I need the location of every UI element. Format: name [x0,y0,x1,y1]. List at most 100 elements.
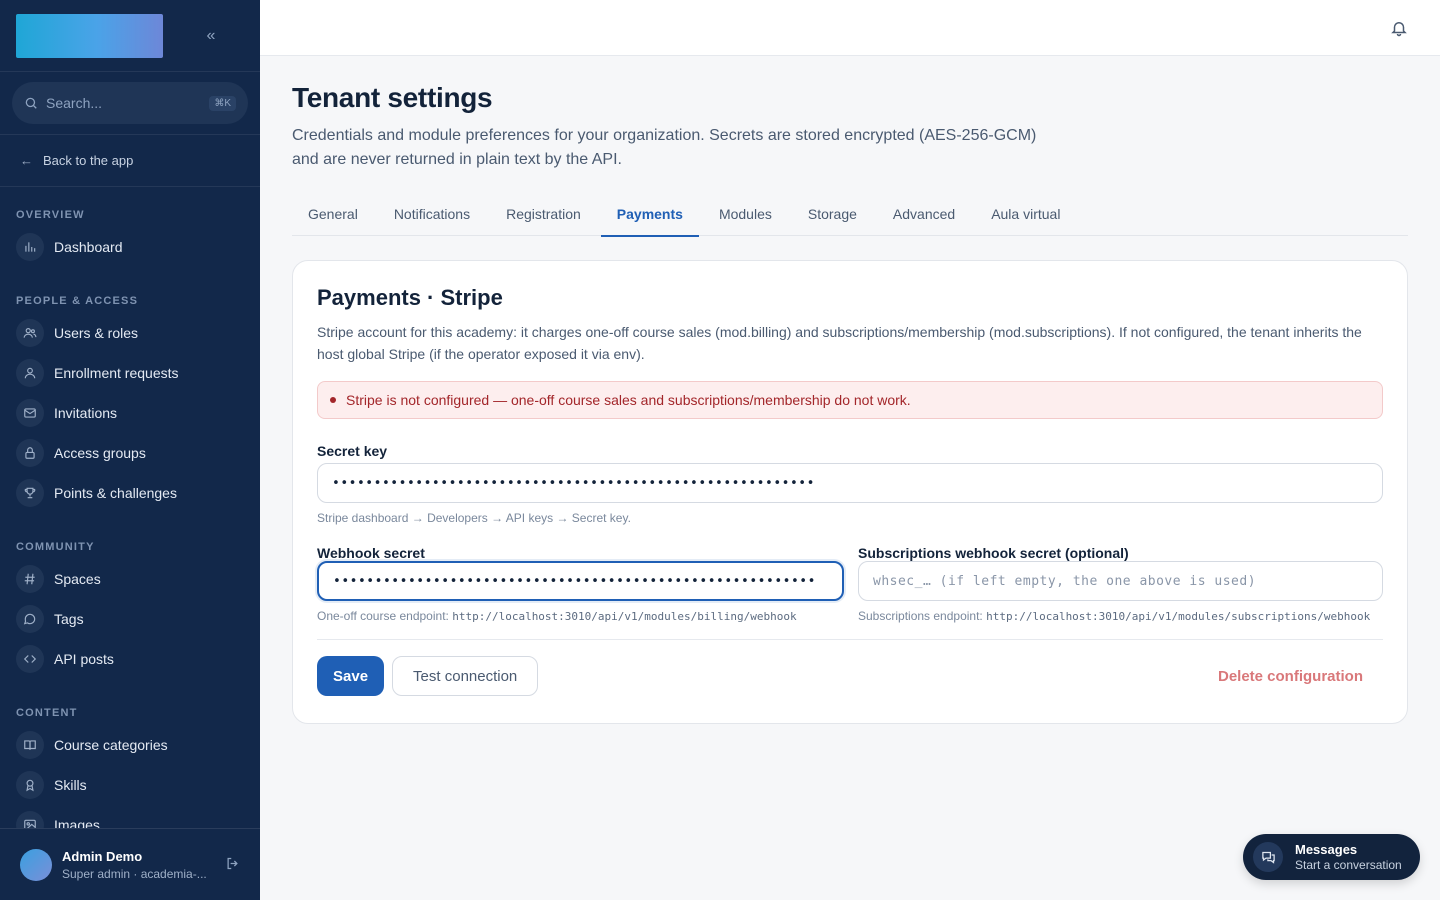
tab-notifications[interactable]: Notifications [378,200,486,236]
messages-icon [1253,842,1283,872]
subs-webhook-secret-field: Subscriptions webhook secret (optional) … [858,545,1383,623]
sidebar-item-points-challenges[interactable]: Points & challenges [16,473,244,513]
search-input[interactable]: Search... ⌘K [12,82,248,124]
sidebar-item-access-groups[interactable]: Access groups [16,433,244,473]
award-icon [16,771,44,799]
sidebar-item-dashboard[interactable]: Dashboard [16,227,244,267]
secret-key-hint: Stripe dashboard → Developers → API keys… [317,511,631,525]
tab-registration[interactable]: Registration [490,200,597,236]
nav-section-community: COMMUNITY Spaces Tags API posts [0,513,260,679]
back-to-app-link[interactable]: ← Back to the app [0,135,260,187]
settings-tabs: General Notifications Registration Payme… [292,200,1408,237]
topbar [260,0,1440,56]
sidebar: « Search... ⌘K ← Back to the app OVERVIE… [0,0,260,900]
sidebar-item-label: Course categories [54,737,168,753]
user-role: Super admin · academia-... [62,866,207,881]
delete-configuration-button[interactable]: Delete configuration [1218,668,1363,685]
alert-dot-icon [330,397,336,403]
users-icon [16,319,44,347]
sidebar-item-label: Tags [54,611,84,627]
subs-webhook-secret-hint: Subscriptions endpoint: http://localhost… [858,609,1383,623]
sidebar-item-enrollment-requests[interactable]: Enrollment requests [16,353,244,393]
card-actions: Save Test connection Delete configuratio… [317,656,1383,696]
book-icon [16,731,44,759]
sidebar-item-invitations[interactable]: Invitations [16,393,244,433]
messages-widget[interactable]: Messages Start a conversation [1243,834,1420,880]
user-info: Admin Demo Super admin · academia-... [62,849,225,881]
section-label: CONTENT [16,707,78,719]
tab-modules[interactable]: Modules [703,200,788,236]
section-label: OVERVIEW [16,209,85,221]
test-connection-button[interactable]: Test connection [392,656,539,696]
collapse-sidebar-icon[interactable]: « [201,27,221,45]
bell-icon[interactable] [1390,18,1408,43]
card-description: Stripe account for this academy: it char… [317,324,1362,362]
sidebar-item-skills[interactable]: Skills [16,765,244,805]
sidebar-item-label: Dashboard [54,239,123,255]
tab-aula-virtual[interactable]: Aula virtual [975,200,1076,236]
hash-icon [16,565,44,593]
webhook-secret-hint: One-off course endpoint: http://localhos… [317,609,844,623]
code-icon [16,645,44,673]
logout-icon[interactable] [225,856,240,874]
nav-section-overview: OVERVIEW Dashboard [0,187,260,267]
webhook-secret-input[interactable]: ••••••••••••••••••••••••••••••••••••••••… [317,561,844,601]
webhook-row: Webhook secret •••••••••••••••••••••••••… [317,545,1383,623]
user-profile: Admin Demo Super admin · academia-... [0,828,260,900]
sidebar-item-users-roles[interactable]: Users & roles [16,313,244,353]
stripe-settings-card: Payments · Stripe Stripe account for thi… [292,260,1408,724]
subs-webhook-secret-input[interactable]: whsec_… (if left empty, the one above is… [858,561,1383,601]
back-to-app-label: Back to the app [43,153,134,168]
sidebar-item-label: Points & challenges [54,485,177,501]
arrow-left-icon: ← [20,153,33,168]
sidebar-item-label: API posts [54,651,114,667]
secret-key-input[interactable]: ••••••••••••••••••••••••••••••••••••••••… [317,463,1383,503]
page-title: Tenant settings [292,82,493,113]
user-icon [16,359,44,387]
sidebar-item-spaces[interactable]: Spaces [16,559,244,599]
tab-general[interactable]: General [292,200,374,236]
user-name: Admin Demo [62,848,143,864]
billing-endpoint-url: http://localhost:3010/api/v1/modules/bil… [452,610,797,623]
search-shortcut: ⌘K [209,95,236,111]
section-label: COMMUNITY [16,541,95,553]
avatar[interactable] [20,848,52,881]
sidebar-item-label: Invitations [54,405,118,421]
tab-advanced[interactable]: Advanced [877,200,971,236]
stripe-not-configured-alert: Stripe is not configured — one-off cours… [317,381,1383,419]
sidebar-item-course-categories[interactable]: Course categories [16,725,244,765]
lock-icon [16,439,44,467]
nav-section-people: PEOPLE & ACCESS Users & roles Enrollment… [0,267,260,513]
hint-prefix: One-off course endpoint: [317,609,449,623]
page-description: Credentials and module preferences for y… [292,127,1037,168]
sidebar-item-label: Users & roles [54,325,139,341]
search-container: Search... ⌘K [0,72,260,135]
webhook-secret-field: Webhook secret •••••••••••••••••••••••••… [317,545,844,623]
mail-icon [16,399,44,427]
tab-payments[interactable]: Payments [600,200,700,237]
search-placeholder: Search... [46,95,103,111]
sidebar-item-label: Spaces [54,571,101,587]
messages-text: Messages Start a conversation [1295,842,1402,872]
sidebar-item-label: Skills [54,777,87,793]
divider [317,639,1383,640]
nav-section-content: CONTENT Course categories Skills Images [0,679,260,845]
sidebar-item-label: Enrollment requests [54,365,179,381]
sidebar-item-label: Access groups [54,445,146,461]
sidebar-header: « [0,0,260,72]
subscriptions-endpoint-url: http://localhost:3010/api/v1/modules/sub… [986,610,1371,623]
alert-text: Stripe is not configured — one-off cours… [346,392,911,408]
secret-key-field: Secret key •••••••••••••••••••••••••••••… [317,443,1383,525]
save-button[interactable]: Save [317,656,385,696]
chat-bubble-icon [16,605,44,633]
trophy-icon [16,479,44,507]
sidebar-item-tags[interactable]: Tags [16,599,244,639]
brand-logo[interactable] [16,13,163,58]
search-icon [25,97,37,109]
webhook-secret-label: Webhook secret [317,545,425,561]
main-content: Tenant settings Credentials and module p… [292,56,1408,724]
sidebar-item-api-posts[interactable]: API posts [16,639,244,679]
secret-key-label: Secret key [317,443,388,459]
card-title: Payments · Stripe [317,285,503,310]
tab-storage[interactable]: Storage [792,200,873,236]
